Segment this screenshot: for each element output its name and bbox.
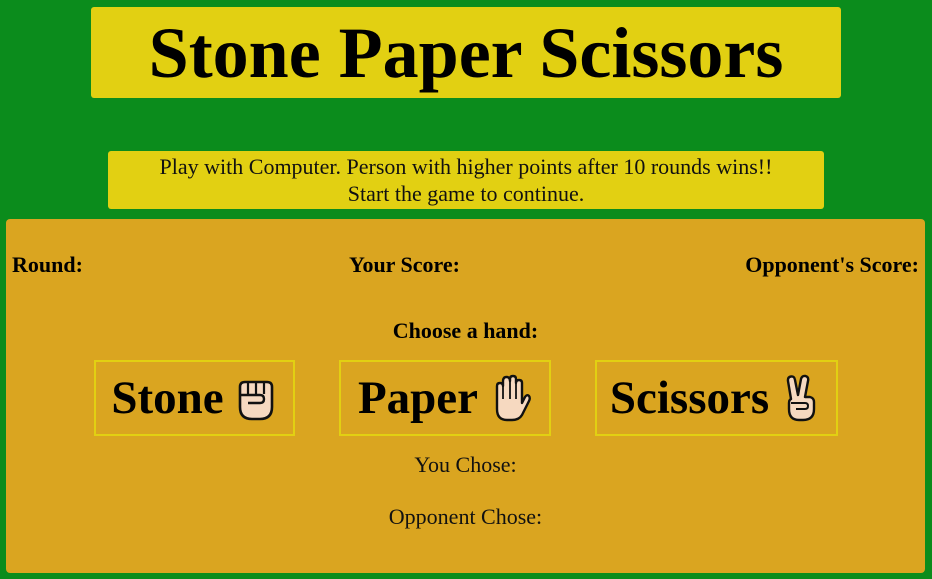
scissors-button[interactable]: Scissors	[595, 360, 838, 436]
instructions-box: Play with Computer. Person with higher p…	[108, 151, 824, 209]
paper-button-label: Paper	[357, 372, 479, 424]
paper-button[interactable]: Paper	[339, 360, 551, 436]
round-label: Round:	[12, 252, 83, 277]
choose-hand-label: Choose a hand:	[392, 318, 539, 343]
title-banner: Stone Paper Scissors	[91, 7, 841, 98]
instructions-line-2: Start the game to continue.	[347, 181, 585, 206]
your-score-label: Your Score:	[349, 252, 461, 277]
you-chose-label: You Chose:	[414, 452, 517, 477]
page-title: Stone Paper Scissors	[148, 12, 784, 93]
stone-button[interactable]: Stone	[94, 360, 295, 436]
game-panel: Round: Your Score: Opponent's Score: Cho…	[6, 219, 925, 573]
scissors-button-label: Scissors	[609, 372, 770, 424]
opponent-chose-label: Opponent Chose:	[388, 504, 543, 529]
instructions-line-1: Play with Computer. Person with higher p…	[159, 154, 773, 179]
victory-hand-icon	[786, 374, 816, 422]
fist-icon	[238, 380, 273, 421]
raised-hand-icon	[495, 374, 531, 422]
opponent-score-label: Opponent's Score:	[745, 252, 919, 277]
stone-button-label: Stone	[111, 372, 224, 424]
